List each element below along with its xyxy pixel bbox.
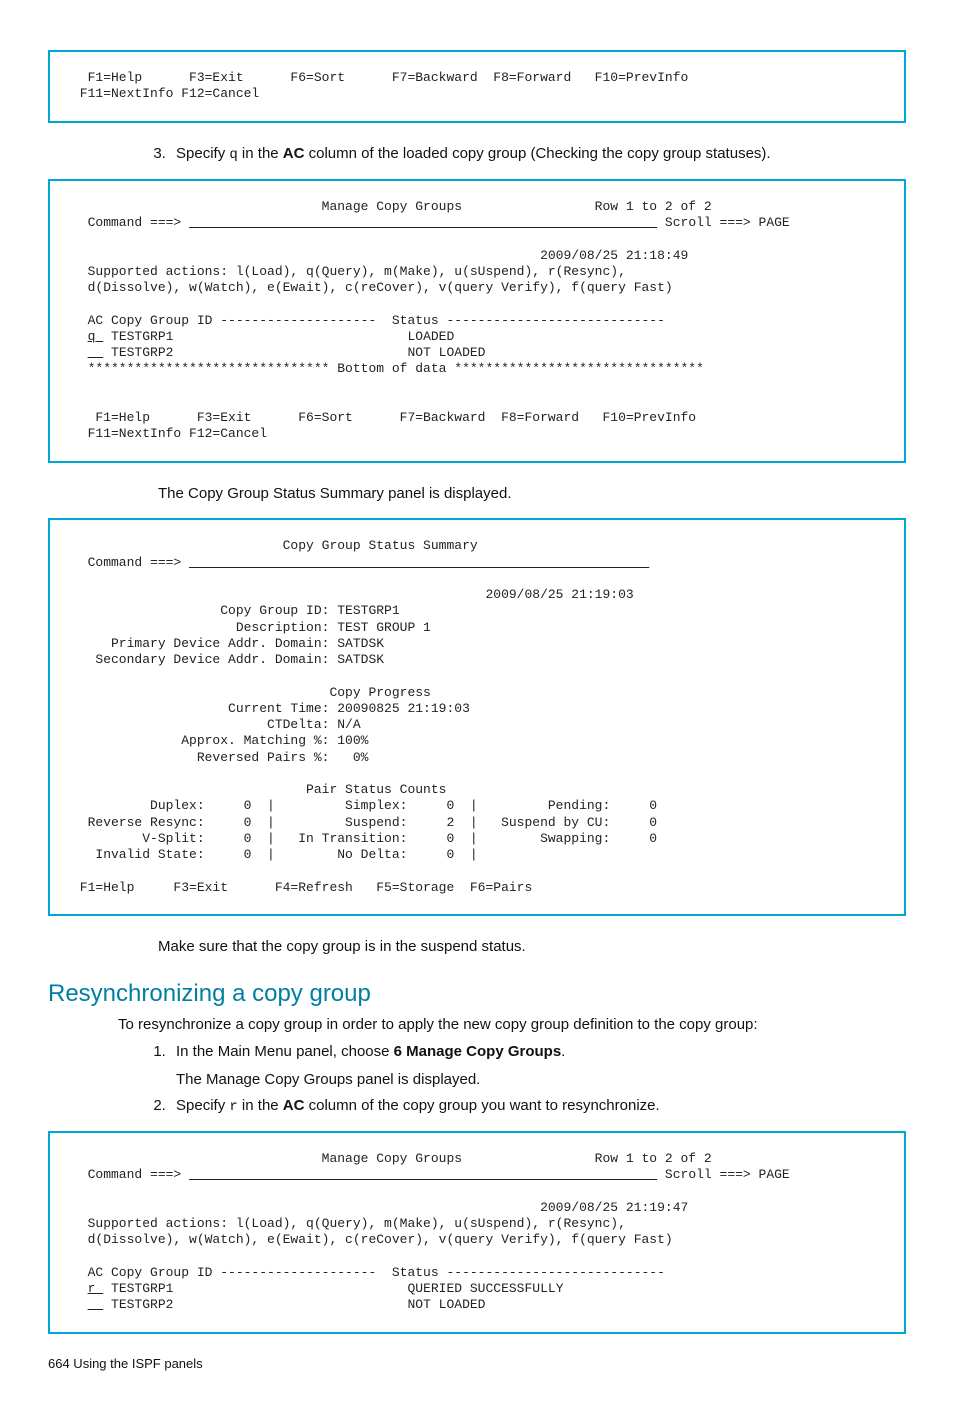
p2-cmd-prompt: Command ===> — [72, 215, 189, 230]
step-list-resync: In the Main Menu panel, choose 6 Manage … — [140, 1041, 906, 1117]
fkeys-line-2: F11=NextInfo F12=Cancel — [72, 86, 259, 101]
p3-pair-r4: Invalid State: 0 | No Delta: 0 | — [72, 847, 478, 862]
resync-intro: To resynchronize a copy group in order t… — [118, 1014, 906, 1036]
step-1-bold: 6 Manage Copy Groups — [394, 1043, 562, 1060]
p3-cmd-prompt: Command ===> — [72, 555, 189, 570]
fkeys-line-1: F1=Help F3=Exit F6=Sort F7=Backward F8=F… — [72, 70, 688, 85]
p4-cmd-prompt: Command ===> — [72, 1167, 189, 1182]
terminal-panel-manage-copy-groups-q: Manage Copy Groups Row 1 to 2 of 2 Comma… — [48, 179, 906, 463]
section-heading-resynchronizing: Resynchronizing a copy group — [48, 980, 906, 1008]
step-3-mid: in the — [238, 145, 283, 162]
step-3: Specify q in the AC column of the loaded… — [170, 143, 906, 165]
step-2: Specify r in the AC column of the copy g… — [170, 1095, 906, 1117]
p2-cmd-input[interactable] — [189, 215, 657, 230]
p2-row1-ac-input[interactable]: q — [88, 329, 104, 344]
step-2-mid: in the — [238, 1097, 283, 1114]
p2-row1-pad — [72, 329, 88, 344]
p3-pair-status-header: Pair Status Counts — [72, 782, 446, 797]
p3-ctdelta: CTDelta: N/A — [72, 717, 361, 732]
step-1-suffix: . — [561, 1043, 565, 1060]
terminal-panel-fkeys: F1=Help F3=Exit F6=Sort F7=Backward F8=F… — [48, 50, 906, 123]
p2-fkeys-2: F11=NextInfo F12=Cancel — [72, 426, 267, 441]
page-footer: 664 Using the ISPF panels — [48, 1356, 906, 1371]
p2-scroll: Scroll ===> PAGE — [657, 215, 790, 230]
step-3-bold: AC — [283, 145, 305, 162]
terminal-panel-copy-group-status-summary: Copy Group Status Summary Command ===> 2… — [48, 518, 906, 916]
step-1-prefix: In the Main Menu panel, choose — [176, 1043, 394, 1060]
step-2-prefix: Specify — [176, 1097, 229, 1114]
p3-secondary-domain: Secondary Device Addr. Domain: SATDSK — [72, 652, 384, 667]
p3-matching: Approx. Matching %: 100% — [72, 733, 368, 748]
p2-supported-1: Supported actions: l(Load), q(Query), m(… — [72, 264, 626, 279]
step-3-prefix: Specify — [176, 145, 229, 162]
step-2-code: r — [229, 1099, 237, 1115]
p3-reversed: Reversed Pairs %: 0% — [72, 750, 368, 765]
p4-cmd-input[interactable] — [189, 1167, 657, 1182]
step-3-code: q — [229, 147, 237, 163]
p3-current-time: Current Time: 20090825 21:19:03 — [72, 701, 470, 716]
p2-row2-rest: TESTGRP2 NOT LOADED — [103, 345, 485, 360]
terminal-panel-manage-copy-groups-r: Manage Copy Groups Row 1 to 2 of 2 Comma… — [48, 1131, 906, 1334]
p2-timestamp: 2009/08/25 21:18:49 — [72, 248, 688, 263]
p2-row2-ac-input[interactable] — [88, 345, 104, 360]
text-suspend-status: Make sure that the copy group is in the … — [158, 936, 906, 958]
p4-row1-ac-input[interactable]: r — [88, 1281, 104, 1296]
p2-row1-rest: TESTGRP1 LOADED — [103, 329, 454, 344]
p3-description: Description: TEST GROUP 1 — [72, 620, 431, 635]
p3-timestamp: 2009/08/25 21:19:03 — [72, 587, 634, 602]
step-1-sub: The Manage Copy Groups panel is displaye… — [176, 1069, 906, 1091]
p3-group-id: Copy Group ID: TESTGRP1 — [72, 603, 400, 618]
step-list-top: Specify q in the AC column of the loaded… — [140, 143, 906, 165]
p3-pair-r2: Reverse Resync: 0 | Suspend: 2 | Suspend… — [72, 815, 657, 830]
p4-scroll: Scroll ===> PAGE — [657, 1167, 790, 1182]
p3-cmd-input[interactable] — [189, 555, 649, 570]
p4-row2-rest: TESTGRP2 NOT LOADED — [103, 1297, 485, 1312]
step-2-suffix: column of the copy group you want to res… — [304, 1097, 659, 1114]
p2-row2-pad — [72, 345, 88, 360]
p2-title-row: Manage Copy Groups Row 1 to 2 of 2 — [72, 199, 712, 214]
p3-copy-progress: Copy Progress — [72, 685, 431, 700]
p3-title: Copy Group Status Summary — [72, 538, 478, 553]
p4-row1-rest: TESTGRP1 QUERIED SUCCESSFULLY — [103, 1281, 563, 1296]
p4-row2-pad — [72, 1297, 88, 1312]
p4-header-row: AC Copy Group ID -------------------- St… — [72, 1265, 665, 1280]
p2-bottom-of-data: ******************************* Bottom o… — [72, 361, 704, 376]
p4-timestamp: 2009/08/25 21:19:47 — [72, 1200, 688, 1215]
p4-row2-ac-input[interactable] — [88, 1297, 104, 1312]
p4-supported-2: d(Dissolve), w(Watch), e(Ewait), c(reCov… — [72, 1232, 673, 1247]
p4-title-row: Manage Copy Groups Row 1 to 2 of 2 — [72, 1151, 712, 1166]
p3-primary-domain: Primary Device Addr. Domain: SATDSK — [72, 636, 384, 651]
step-3-suffix: column of the loaded copy group (Checkin… — [304, 145, 770, 162]
p2-fkeys-1: F1=Help F3=Exit F6=Sort F7=Backward F8=F… — [72, 410, 696, 425]
p2-header-row: AC Copy Group ID -------------------- St… — [72, 313, 665, 328]
step-2-bold: AC — [283, 1097, 305, 1114]
text-status-summary-displayed: The Copy Group Status Summary panel is d… — [158, 483, 906, 505]
p4-row1-pad — [72, 1281, 88, 1296]
step-1: In the Main Menu panel, choose 6 Manage … — [170, 1041, 906, 1091]
p2-supported-2: d(Dissolve), w(Watch), e(Ewait), c(reCov… — [72, 280, 673, 295]
p3-pair-r3: V-Split: 0 | In Transition: 0 | Swapping… — [72, 831, 657, 846]
p3-fkeys: F1=Help F3=Exit F4=Refresh F5=Storage F6… — [72, 880, 532, 895]
p4-supported-1: Supported actions: l(Load), q(Query), m(… — [72, 1216, 626, 1231]
p3-pair-r1: Duplex: 0 | Simplex: 0 | Pending: 0 — [72, 798, 657, 813]
